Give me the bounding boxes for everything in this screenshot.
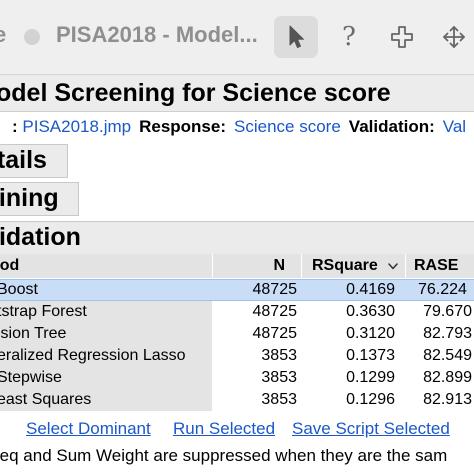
arrow-tool-button[interactable] bbox=[274, 16, 318, 58]
cell-method: ision Tree bbox=[0, 323, 212, 345]
table-row[interactable]: ision Tree 48725 0.3120 82.793 bbox=[0, 323, 474, 345]
rase-value: 76.224 bbox=[418, 281, 467, 298]
cell-method: east Squares bbox=[0, 389, 212, 411]
details-outline-header[interactable]: etails bbox=[0, 144, 68, 178]
cell-rase: 82.793 bbox=[423, 325, 472, 342]
crosshair-plus-icon bbox=[391, 26, 413, 48]
cell-n: 3853 bbox=[261, 391, 297, 408]
method-name: Stepwise bbox=[0, 369, 62, 386]
method-name: east Squares bbox=[0, 391, 92, 408]
report-info-line: : PISA2018.jmp Response: Science score Vali… bbox=[12, 117, 466, 137]
title-bar: e PISA2018 - Model... ? bbox=[0, 0, 474, 75]
cell-rsquare: 0.1296 bbox=[346, 391, 395, 408]
cell-method: tstrap Forest bbox=[0, 301, 212, 323]
table-row[interactable]: east Squares 3853 0.1296 82.913 bbox=[0, 389, 474, 411]
cell-rase: 76.224 bbox=[406, 279, 474, 301]
cell-n: 48725 bbox=[252, 325, 298, 342]
table-footnote: req and Sum Weight are suppressed when t… bbox=[0, 446, 448, 465]
move-tool-button[interactable] bbox=[432, 16, 474, 58]
column-header-rsquare[interactable]: RSquare bbox=[302, 254, 406, 278]
cell-n: 48725 bbox=[252, 281, 298, 298]
table-header: hod N RSquare RASE bbox=[0, 254, 474, 278]
question-mark-icon: ? bbox=[342, 22, 356, 52]
column-header-rase-label: RASE bbox=[414, 257, 459, 274]
column-header-n-label: N bbox=[273, 257, 285, 274]
cell-n: 3853 bbox=[261, 369, 297, 386]
cell-n: 3853 bbox=[261, 347, 297, 364]
sort-descending-icon bbox=[388, 263, 398, 270]
method-name: tstrap Forest bbox=[0, 303, 87, 320]
window-status-dot[interactable] bbox=[24, 29, 40, 45]
method-name: eralized Regression Lasso bbox=[0, 347, 186, 364]
cell-rase: 79.670 bbox=[423, 303, 472, 320]
cell-method: Stepwise bbox=[0, 367, 212, 389]
method-name: ision Tree bbox=[0, 325, 67, 342]
column-header-rsquare-label: RSquare bbox=[312, 257, 378, 274]
action-links: Select Dominant Run Selected Save Script… bbox=[0, 419, 474, 441]
data-table-link[interactable]: PISA2018.jmp bbox=[22, 117, 131, 136]
selection-tool-button[interactable] bbox=[380, 16, 424, 58]
response-link[interactable]: Science score bbox=[234, 117, 341, 136]
run-selected-link[interactable]: Run Selected bbox=[173, 419, 275, 439]
cell-rsquare: 0.1299 bbox=[346, 369, 395, 386]
validation-outline-header[interactable]: lidation bbox=[0, 221, 474, 255]
cell-rsquare: 0.4169 bbox=[346, 281, 395, 298]
cell-method: Boost bbox=[0, 279, 212, 301]
column-header-n[interactable]: N bbox=[213, 254, 302, 278]
column-header-method[interactable]: hod bbox=[0, 254, 213, 278]
validation-link[interactable]: Val bbox=[443, 117, 466, 136]
details-section-title: etails bbox=[0, 146, 47, 174]
column-header-method-label: hod bbox=[0, 257, 20, 274]
table-row[interactable]: tstrap Forest 48725 0.3630 79.670 bbox=[0, 301, 474, 323]
validation-section-title: lidation bbox=[0, 223, 81, 251]
table-row[interactable]: eralized Regression Lasso 3853 0.1373 82… bbox=[0, 345, 474, 367]
validation-label: Validation: bbox=[348, 117, 435, 136]
help-tool-button[interactable]: ? bbox=[327, 16, 371, 58]
training-section-title: aining bbox=[0, 184, 59, 212]
column-header-rase[interactable]: RASE bbox=[406, 254, 474, 278]
report-outline-header[interactable]: odel Screening for Science score bbox=[0, 75, 474, 112]
select-dominant-link[interactable]: Select Dominant bbox=[26, 419, 151, 439]
cell-rase: 82.913 bbox=[423, 391, 472, 408]
arrow-cursor-icon bbox=[289, 25, 304, 48]
method-name: Boost bbox=[0, 281, 38, 298]
table-row[interactable]: Boost 48725 0.4169 76.224 bbox=[0, 279, 474, 301]
training-outline-header[interactable]: aining bbox=[0, 182, 79, 216]
window-title: PISA2018 - Model... bbox=[56, 22, 258, 47]
response-label: Response: bbox=[139, 117, 227, 136]
jmp-report-window: e PISA2018 - Model... ? odel Screening f… bbox=[0, 0, 474, 474]
cell-rsquare: 0.3120 bbox=[346, 325, 395, 342]
cell-rsquare: 0.1373 bbox=[346, 347, 395, 364]
cell-rsquare: 0.3630 bbox=[346, 303, 395, 320]
cell-n: 48725 bbox=[252, 303, 298, 320]
save-script-selected-link[interactable]: Save Script Selected bbox=[292, 419, 450, 439]
table-row[interactable]: Stepwise 3853 0.1299 82.899 bbox=[0, 367, 474, 389]
cell-rase: 82.899 bbox=[423, 369, 472, 386]
title-left-glyph: e bbox=[0, 22, 7, 47]
cell-rase: 82.549 bbox=[423, 347, 472, 364]
data-label: : bbox=[12, 117, 18, 136]
report-title: odel Screening for Science score bbox=[0, 79, 391, 107]
move-arrows-icon bbox=[443, 26, 465, 48]
cell-method: eralized Regression Lasso bbox=[0, 345, 212, 367]
